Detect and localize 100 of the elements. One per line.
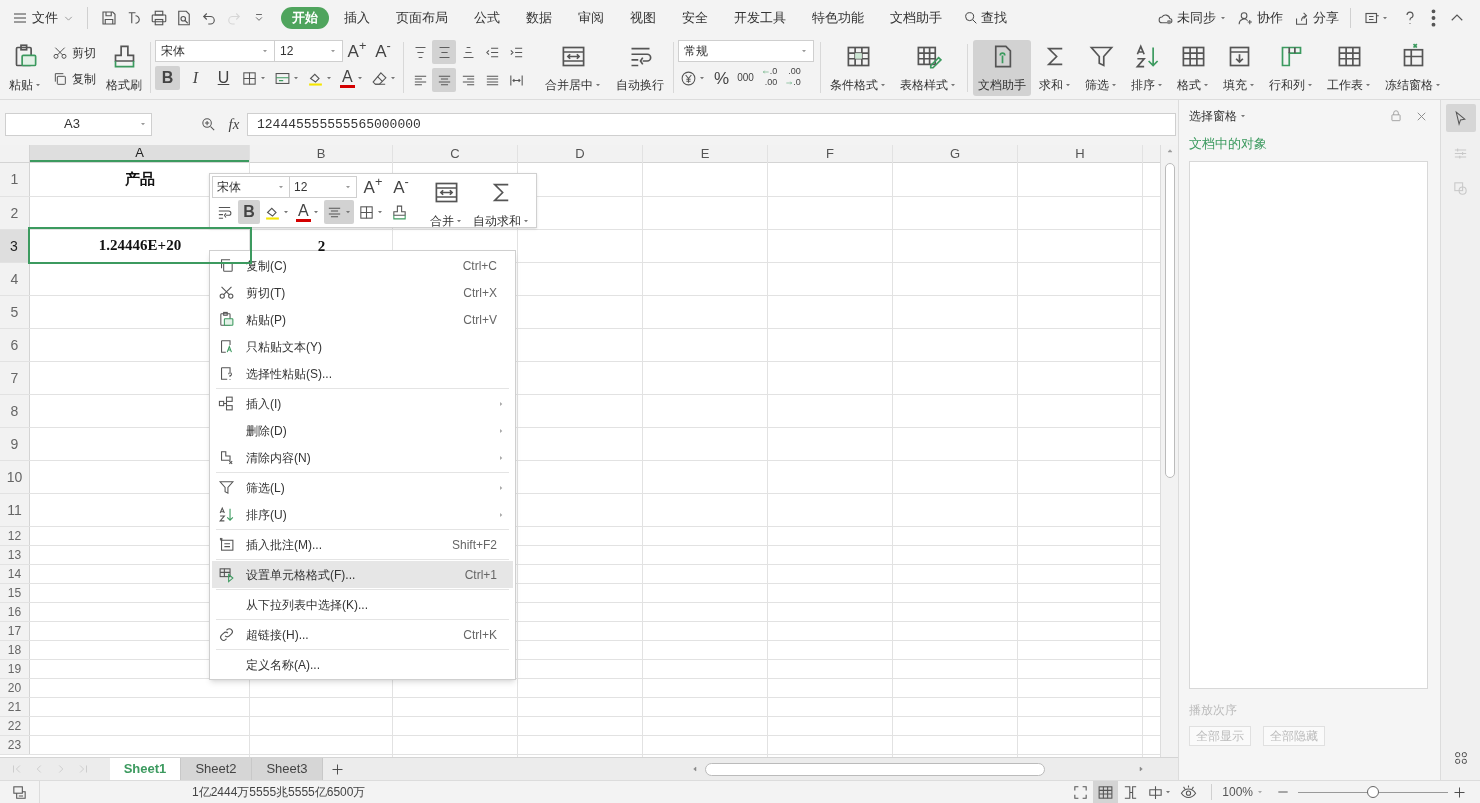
ribbon-button[interactable]: 填充: [1218, 40, 1261, 96]
row-header[interactable]: 8: [0, 395, 30, 427]
ribbon-button[interactable]: 格式刷: [101, 40, 147, 96]
ribbon-button[interactable]: 条件格式: [825, 40, 892, 96]
row-header[interactable]: 11: [0, 494, 30, 526]
ribbon-button[interactable]: 行和列: [1264, 40, 1319, 96]
row-header[interactable]: 9: [0, 428, 30, 460]
row-header[interactable]: 2: [0, 197, 30, 229]
row-header[interactable]: 6: [0, 329, 30, 361]
column-header[interactable]: A: [30, 145, 250, 162]
vertical-scrollbar[interactable]: [1160, 145, 1178, 757]
menu-tab[interactable]: 数据: [515, 7, 563, 29]
zoom-slider[interactable]: [1298, 785, 1448, 799]
align-center-button[interactable]: [432, 68, 456, 92]
ribbon-button[interactable]: 冻结窗格: [1380, 40, 1447, 96]
italic-button[interactable]: I: [183, 66, 208, 90]
menu-item[interactable]: 粘贴(P) Ctrl+V: [212, 306, 513, 333]
align-middle-button[interactable]: [432, 40, 456, 64]
menu-item[interactable]: 设置单元格格式(F)... Ctrl+1: [212, 561, 513, 588]
menu-tab[interactable]: 开发工具: [723, 7, 797, 29]
decrease-decimal-button[interactable]: .00 .0: [783, 66, 803, 90]
row-header[interactable]: 15: [0, 584, 30, 602]
row-header[interactable]: 22: [0, 717, 30, 735]
menu-tab[interactable]: 页面布局: [385, 7, 459, 29]
formula-input[interactable]: 124445555555565000000: [247, 112, 1176, 136]
menu-item[interactable]: 选择性粘贴(S)...: [212, 360, 513, 387]
row-header[interactable]: 19: [0, 660, 30, 678]
increase-font-button[interactable]: A$^{+}$: [361, 176, 385, 198]
menu-item[interactable]: 清除内容(N): [212, 444, 513, 471]
ribbon-button[interactable]: 求和: [1034, 40, 1077, 96]
pane-title[interactable]: 选择窗格: [1189, 107, 1247, 125]
menu-item[interactable]: 排序(U): [212, 501, 513, 528]
search-button[interactable]: 查找: [957, 7, 1013, 29]
font-name-dropdown[interactable]: 宋体: [212, 176, 290, 198]
slider-thumb[interactable]: [1367, 786, 1379, 798]
sheet-tab[interactable]: Sheet1: [110, 757, 181, 781]
align-center-button[interactable]: [323, 200, 354, 224]
menu-tab[interactable]: 文档助手: [879, 7, 953, 29]
ribbon-button[interactable]: 工作表: [1322, 40, 1377, 96]
row-header[interactable]: 5: [0, 296, 30, 328]
ribbon-button[interactable]: 剪切: [49, 42, 99, 64]
menu-item[interactable]: 插入批注(M)... Shift+F2: [212, 531, 513, 558]
row-header[interactable]: 23: [0, 736, 30, 754]
menu-item[interactable]: 超链接(H)... Ctrl+K: [212, 621, 513, 648]
sheet-tab[interactable]: Sheet3: [252, 757, 323, 781]
row-header[interactable]: 21: [0, 698, 30, 716]
row-header[interactable]: 13: [0, 546, 30, 564]
number-format-dropdown[interactable]: 常规: [678, 40, 814, 62]
increase-decimal-button[interactable]: .0 .00: [759, 66, 780, 90]
ribbon-button[interactable]: 复制: [49, 68, 99, 90]
row-header[interactable]: 10: [0, 461, 30, 493]
file-menu-button[interactable]: 文件: [8, 4, 79, 32]
row-header[interactable]: 14: [0, 565, 30, 583]
thousands-button[interactable]: 000: [735, 66, 756, 90]
ribbon-button[interactable]: 自动求和: [468, 176, 535, 232]
row-header[interactable]: 18: [0, 641, 30, 659]
increase-font-button[interactable]: A$^{+}$: [345, 40, 369, 62]
menu-tab[interactable]: 公式: [463, 7, 511, 29]
font-size-dropdown[interactable]: 12: [290, 176, 357, 198]
row-header[interactable]: 7: [0, 362, 30, 394]
row-header[interactable]: 17: [0, 622, 30, 640]
menu-item[interactable]: 剪切(T) Ctrl+X: [212, 279, 513, 306]
ribbon-button[interactable]: 粘贴: [4, 40, 47, 96]
ribbon-button[interactable]: 合并居中: [540, 40, 607, 96]
font-color-button[interactable]: A: [294, 200, 322, 224]
zoom-dropdown[interactable]: 100%: [1222, 783, 1264, 801]
account-button[interactable]: 未同步: [1152, 6, 1232, 30]
ribbon-button[interactable]: 自动换行: [611, 40, 669, 96]
ribbon-button[interactable]: 合并: [425, 176, 468, 232]
row-header[interactable]: 16: [0, 603, 30, 621]
row-header[interactable]: 1: [0, 163, 30, 196]
font-size-dropdown[interactable]: 12: [275, 40, 343, 62]
account-button[interactable]: 协作: [1232, 6, 1288, 30]
menu-item[interactable]: 从下拉列表中选择(K)...: [212, 591, 513, 618]
account-button[interactable]: 分享: [1288, 6, 1344, 30]
ribbon-button[interactable]: 表格样式: [895, 40, 962, 96]
menu-item[interactable]: 定义名称(A)...: [212, 651, 513, 678]
menu-item[interactable]: 删除(D): [212, 417, 513, 444]
percent-button[interactable]: %: [712, 66, 732, 90]
menu-tab[interactable]: 视图: [619, 7, 667, 29]
ribbon-button[interactable]: 筛选: [1080, 40, 1123, 96]
insert-function-button[interactable]: fx: [224, 112, 244, 136]
menu-item[interactable]: 插入(I): [212, 390, 513, 417]
menu-tab[interactable]: 插入: [333, 7, 381, 29]
menu-item[interactable]: 只粘贴文本(Y): [212, 333, 513, 360]
row-header[interactable]: 12: [0, 527, 30, 545]
bold-button[interactable]: B: [238, 200, 260, 224]
ribbon-button[interactable]: 格式: [1172, 40, 1215, 96]
menu-tab[interactable]: 安全: [671, 7, 719, 29]
name-box[interactable]: A3: [5, 112, 152, 136]
sheet-tab[interactable]: Sheet2: [181, 757, 252, 781]
menu-tab[interactable]: 审阅: [567, 7, 615, 29]
ribbon-button[interactable]: 文档助手: [973, 40, 1031, 96]
decrease-font-button[interactable]: A$^{-}$: [389, 176, 413, 198]
menu-item[interactable]: 筛选(L): [212, 474, 513, 501]
row-header[interactable]: 4: [0, 263, 30, 295]
row-header[interactable]: 20: [0, 679, 30, 697]
row-header[interactable]: 3: [0, 230, 30, 262]
view-button[interactable]: [1093, 781, 1119, 803]
underline-button[interactable]: U: [211, 66, 236, 90]
